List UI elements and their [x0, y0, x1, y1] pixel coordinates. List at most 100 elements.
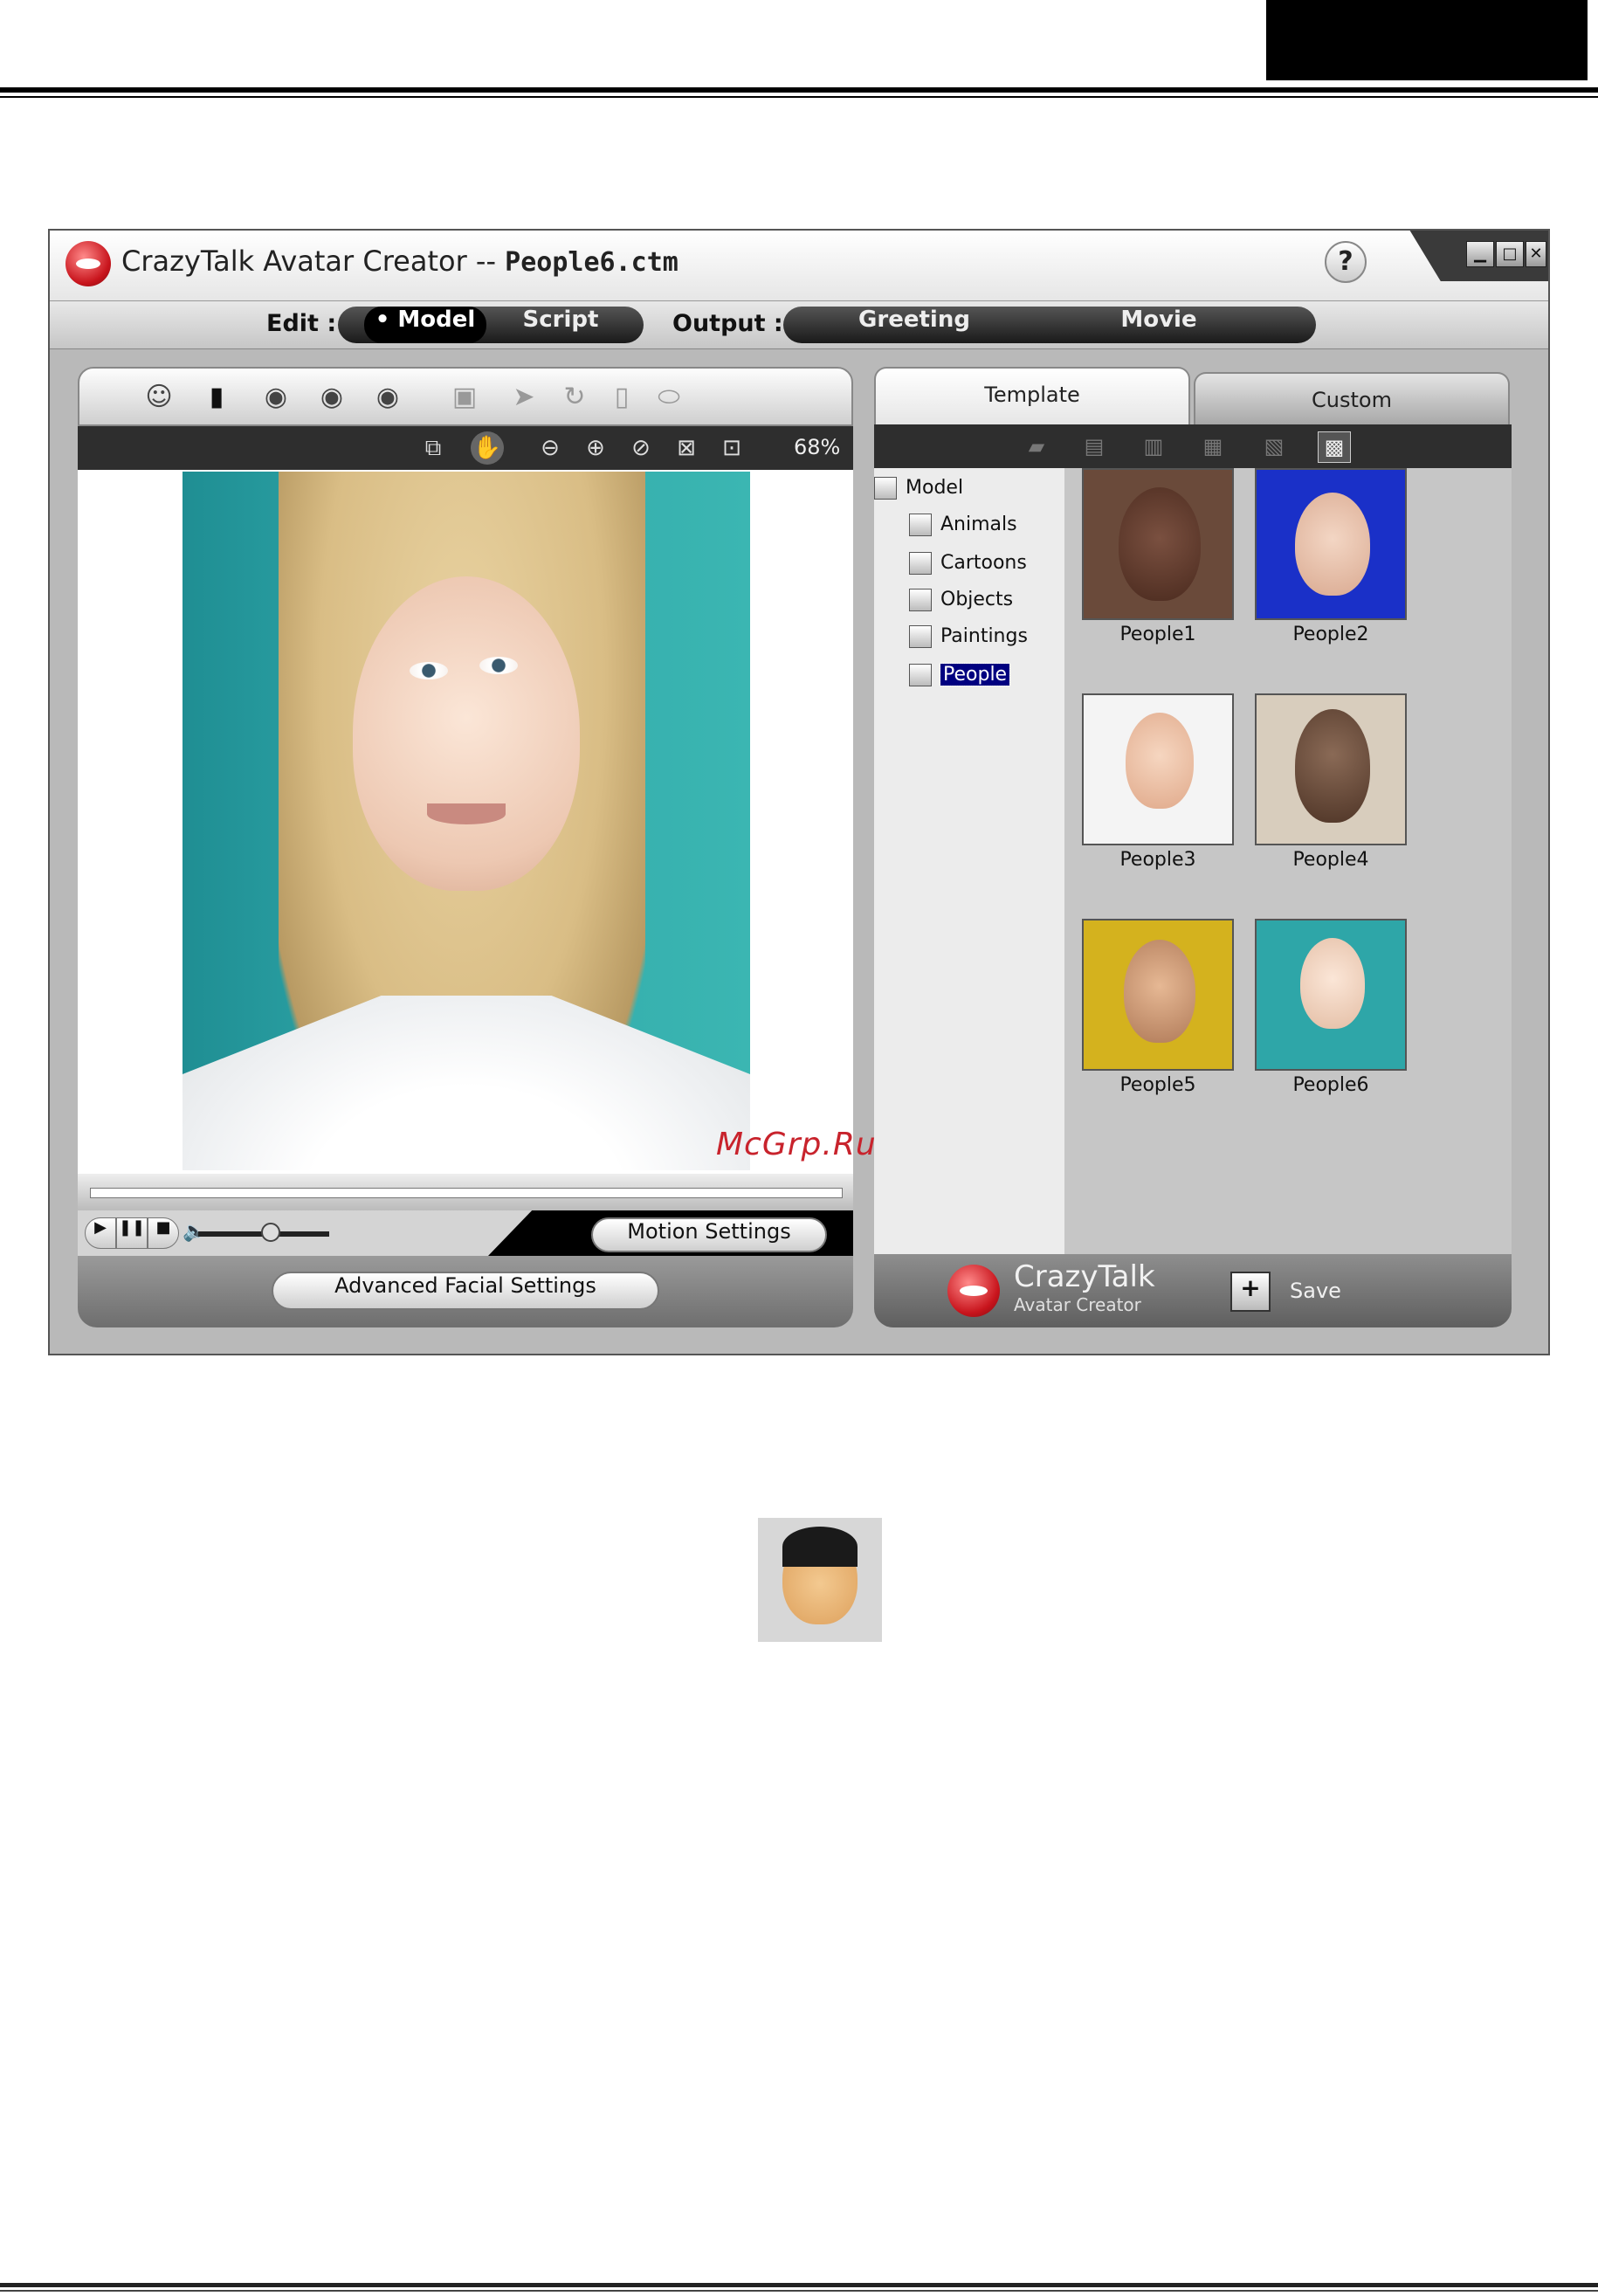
eye-lash-icon[interactable]: ◉ [369, 379, 406, 416]
template-thumbnails: People1 People2 People3 People4 People5 … [1064, 468, 1512, 1254]
model-face-icon-hair [782, 1527, 858, 1567]
crazytalk-window: CrazyTalk Avatar Creator -- People6.ctm … [48, 229, 1550, 1355]
minimize-button[interactable]: ▁ [1466, 241, 1494, 267]
tree-folder-icon [909, 589, 932, 611]
reset-icon[interactable]: ⊘ [624, 431, 658, 465]
output-label: Output : [672, 310, 783, 337]
tree-item-objects[interactable]: Objects [909, 589, 1013, 611]
thumbnail-label: People2 [1292, 624, 1369, 645]
rotate-icon[interactable]: ↻ [556, 379, 593, 416]
mask-icon[interactable]: ▮ [198, 379, 235, 416]
thumbnail-label: People4 [1292, 849, 1369, 871]
paste-icon[interactable]: ▦ [1197, 431, 1229, 461]
thumbnail-label: People6 [1292, 1074, 1369, 1096]
thumbnail-label: People3 [1119, 849, 1196, 871]
eye-open-icon[interactable]: ◉ [258, 379, 294, 416]
pointer-icon[interactable]: ➤ [506, 379, 542, 416]
open-folder-icon[interactable]: ▰ [1021, 431, 1052, 461]
thumbnail-people6[interactable] [1255, 919, 1407, 1071]
output-greeting-button[interactable]: Greeting [818, 307, 1010, 343]
brand-title: CrazyTalk [1014, 1259, 1155, 1294]
copy-icon[interactable]: ▥ [1138, 431, 1169, 461]
edit-label: Edit : [266, 310, 337, 337]
tab-template[interactable]: Template [874, 367, 1190, 424]
thumbnail-people4[interactable] [1255, 693, 1407, 845]
save-button[interactable]: Save [1290, 1279, 1341, 1303]
pause-button[interactable]: ❚❚ [116, 1217, 148, 1249]
target-icon[interactable]: ⊡ [715, 431, 748, 465]
tree-folder-icon [909, 664, 932, 686]
motion-settings-button[interactable]: Motion Settings [591, 1217, 827, 1252]
thumbnail-people2[interactable] [1255, 468, 1407, 620]
thumbnail-label: People5 [1119, 1074, 1196, 1096]
help-button[interactable]: ? [1325, 241, 1367, 283]
right-footer: CrazyTalk Avatar Creator + Save [874, 1254, 1512, 1327]
tree-folder-icon [909, 552, 932, 575]
tree-root[interactable]: Model [874, 477, 963, 500]
window-title: CrazyTalk Avatar Creator -- People6.ctm [121, 245, 678, 278]
view-toolbar: ⧉ ✋ ⊖ ⊕ ⊘ ⊠ ⊡ 68% [78, 426, 853, 470]
zoom-in-icon[interactable]: ⊕ [579, 431, 612, 465]
edit-model-button[interactable]: • Model [364, 307, 486, 343]
thumbnail-people5[interactable] [1082, 919, 1234, 1071]
output-movie-button[interactable]: Movie [1071, 307, 1246, 343]
delete-icon[interactable]: ▧ [1258, 431, 1290, 461]
edit-script-button[interactable]: Script [495, 307, 626, 343]
model-face-icon [758, 1518, 882, 1642]
cut-icon[interactable]: ▤ [1078, 431, 1110, 461]
photo-face [353, 576, 580, 891]
crazytalk-logo-icon [947, 1265, 1000, 1317]
hand-icon[interactable]: ✋ [471, 431, 504, 465]
library-toolbar: ▰ ▤ ▥ ▦ ▧ ▩ [874, 424, 1512, 468]
tab-custom[interactable]: Custom [1194, 372, 1510, 424]
thumbnail-people1[interactable] [1082, 468, 1234, 620]
tree-folder-icon [909, 625, 932, 648]
full-icon[interactable]: ⊠ [670, 431, 703, 465]
thumbnail-people3[interactable] [1082, 693, 1234, 845]
advanced-facial-settings-button[interactable]: Advanced Facial Settings [272, 1272, 659, 1310]
mode-bar: Edit : • Model Script Output : Greeting … [50, 300, 1548, 349]
photo-mouth [427, 803, 506, 824]
header-rule-thin [0, 96, 1598, 98]
stop-button[interactable]: ■ [148, 1217, 179, 1249]
header-black-block [1266, 0, 1588, 80]
left-footer: Advanced Facial Settings [78, 1256, 853, 1327]
fit-icon[interactable]: ⧉ [417, 431, 450, 465]
edit-tool-tabs: ☺ ▮ ◉ ◉ ◉ ▣ ➤ ↻ ▯ ⬭ [78, 367, 853, 426]
preview-canvas[interactable] [78, 470, 853, 1174]
tree-item-paintings[interactable]: Paintings [909, 625, 1028, 648]
playback-bar: ▶ ❚❚ ■ 🔈 Motion Settings [78, 1210, 853, 1256]
face-icon[interactable]: ☺ [141, 379, 177, 416]
tree-item-cartoons[interactable]: Cartoons [909, 552, 1027, 575]
title-bar: CrazyTalk Avatar Creator -- People6.ctm … [50, 231, 1548, 300]
thumbnail-label: People1 [1119, 624, 1196, 645]
frame-icon[interactable]: ▣ [446, 379, 483, 416]
zoom-out-icon[interactable]: ⊖ [534, 431, 567, 465]
close-button[interactable]: ✕ [1526, 241, 1546, 267]
window-title-app: CrazyTalk Avatar Creator -- [121, 245, 506, 278]
eye-half-icon[interactable]: ◉ [313, 379, 350, 416]
lips-icon[interactable]: ⬭ [651, 379, 687, 416]
tree-item-people[interactable]: People [909, 663, 1011, 686]
footer-rule [0, 2283, 1598, 2287]
photo-eye-left [410, 662, 448, 679]
tree-folder-icon [909, 514, 932, 536]
maximize-button[interactable]: □ [1496, 241, 1524, 267]
brand-subtitle: Avatar Creator [1014, 1294, 1141, 1315]
tree-item-animals[interactable]: Animals [909, 514, 1017, 536]
header-rule [0, 87, 1598, 93]
timeline-slider[interactable] [90, 1188, 843, 1198]
photo-eye-right [479, 657, 518, 674]
play-button[interactable]: ▶ [85, 1217, 116, 1249]
photo-shirt [183, 996, 750, 1170]
page-icon[interactable]: ▯ [603, 379, 640, 416]
category-tree: Model Animals Cartoons Objects Paintings… [874, 468, 1064, 1254]
model-photo [183, 472, 750, 1170]
view-mode-icon[interactable]: ▩ [1318, 431, 1351, 463]
library-panel: Template Custom ▰ ▤ ▥ ▦ ▧ ▩ Model Animal… [874, 367, 1520, 1327]
volume-knob[interactable] [261, 1223, 280, 1242]
window-title-file: People6.ctm [505, 247, 678, 278]
save-icon[interactable]: + [1230, 1272, 1271, 1312]
zoom-level: 68% [794, 435, 841, 459]
tree-folder-icon [874, 477, 897, 500]
